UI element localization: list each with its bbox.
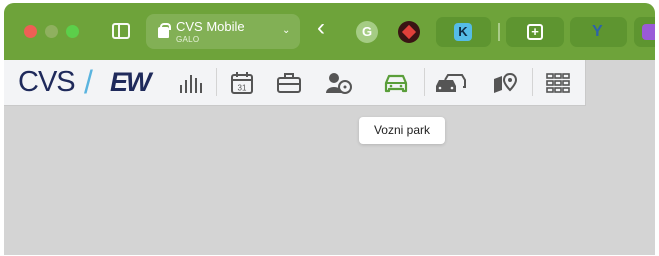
nav-separator bbox=[424, 68, 425, 96]
chevron-down-icon: ⌄ bbox=[282, 25, 291, 36]
car-icon[interactable] bbox=[383, 71, 409, 95]
cars-icon[interactable] bbox=[435, 71, 467, 95]
sidebar-toggle-icon[interactable] bbox=[112, 23, 130, 39]
logo-slash: / bbox=[84, 64, 93, 100]
purple-extension-icon bbox=[642, 24, 655, 40]
tab-group-subtitle: GALO bbox=[176, 35, 200, 44]
y-extension-icon: Y bbox=[592, 23, 603, 40]
minimize-window-button[interactable] bbox=[45, 25, 58, 38]
extension-k-button[interactable]: K bbox=[436, 17, 491, 47]
plus-box-icon: + bbox=[527, 24, 543, 40]
extension-plus-button[interactable]: + bbox=[506, 17, 564, 47]
tooltip-vozni-park: Vozni park bbox=[359, 117, 445, 144]
extension-red-icon[interactable] bbox=[398, 21, 420, 43]
map-pin-icon[interactable] bbox=[492, 71, 518, 95]
back-button[interactable]: ‹ bbox=[317, 16, 325, 40]
close-window-button[interactable] bbox=[24, 25, 37, 38]
calendar-icon[interactable]: 31 bbox=[229, 71, 255, 95]
tab-group-title: CVS Mobile bbox=[176, 19, 245, 34]
browser-window: CVS Mobile GALO ⌄ ‹ G K + Y CVS / EW 31 … bbox=[4, 3, 655, 255]
extension-purple-button[interactable] bbox=[634, 17, 655, 47]
driver-icon[interactable] bbox=[326, 71, 352, 95]
calendar-day-text: 31 bbox=[238, 84, 247, 93]
nav-separator bbox=[532, 68, 533, 96]
grammarly-glyph: G bbox=[362, 24, 373, 39]
briefcase-icon[interactable] bbox=[276, 71, 302, 95]
grid-icon[interactable] bbox=[545, 71, 571, 95]
tab-group-icon bbox=[158, 23, 171, 38]
maximize-window-button[interactable] bbox=[66, 25, 79, 38]
extension-y-button[interactable]: Y bbox=[570, 17, 627, 47]
grammarly-extension-icon[interactable]: G bbox=[356, 21, 378, 43]
browser-toolbar: CVS Mobile GALO ⌄ ‹ G K + Y bbox=[4, 3, 655, 60]
logo-cvs[interactable]: CVS bbox=[18, 66, 76, 99]
toolbar-divider bbox=[498, 23, 500, 41]
nav-separator bbox=[216, 68, 217, 96]
k-extension-icon: K bbox=[454, 23, 472, 41]
app-nav-bar: CVS / EW 31 bbox=[4, 60, 586, 106]
tab-group-selector[interactable]: CVS Mobile GALO ⌄ bbox=[146, 14, 300, 49]
bar-chart-icon[interactable] bbox=[178, 71, 204, 95]
logo-ew[interactable]: EW bbox=[110, 67, 151, 98]
